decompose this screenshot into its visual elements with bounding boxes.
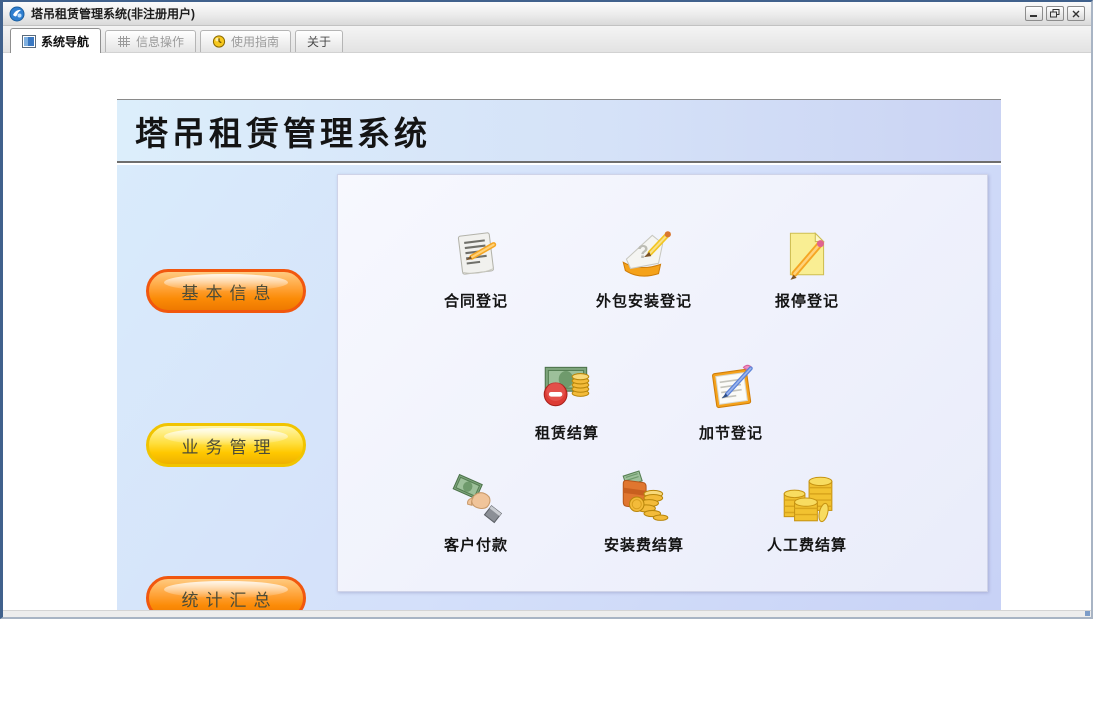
banknote-coins-minus-icon [543,366,590,407]
grid-item-label: 客户付款 [443,537,508,554]
blue-panel-icon [22,34,36,48]
grid-item-label: 加节登记 [698,425,763,442]
tab-label: 关于 [307,35,332,49]
add-section-registration-item[interactable]: 加节登记 [656,357,806,449]
tab-system-navigation[interactable]: 系统导航 [10,28,102,53]
business-management-button[interactable]: 业务管理 [146,423,306,467]
status-strip [3,610,1091,617]
stop-report-item[interactable]: 报停登记 [732,225,882,317]
customer-payment-item[interactable]: 客户付款 [401,469,551,561]
tab-user-guide[interactable]: 使用指南 [200,30,292,52]
restore-button[interactable] [1046,6,1064,21]
minimize-icon [1030,14,1037,17]
wallet-coins-icon [622,470,669,521]
notepad-pencil-icon [457,232,497,275]
tab-information-operations[interactable]: 信息操作 [105,30,197,52]
close-button[interactable] [1067,6,1085,21]
outsourcing-installation-item[interactable]: ? 外包安装登记 [569,225,719,317]
main-panel: 塔吊租赁管理系统 基本信息 业务管理 统计汇总 合同登记 ? 外包安装登记 报停… [117,99,1001,610]
grid-icon [118,36,131,47]
tab-label: 使用指南 [231,35,280,49]
close-icon [1072,10,1080,17]
tab-label: 系统导航 [41,34,90,49]
basic-info-button[interactable]: 基本信息 [146,269,306,313]
basic-info-label: 基本信息 [181,283,278,303]
grid-item-label: 报停登记 [774,293,839,310]
yellow-ball-icon [212,35,226,48]
grid-item-label: 安装费结算 [603,537,684,554]
grid-item-label: 外包安装登记 [595,293,692,310]
yellow-note-pencil-icon [789,232,825,280]
tab-label: 信息操作 [136,35,185,49]
restore-icon [1050,9,1060,18]
statistics-summary-button[interactable]: 统计汇总 [146,576,306,610]
banner: 塔吊租赁管理系统 [117,100,1001,163]
labor-fee-settlement-item[interactable]: 人工费结算 [732,469,882,561]
coin-stacks-icon [783,476,833,523]
window-title: 塔吊租赁管理系统(非注册用户) [31,7,195,21]
banner-title: 塔吊租赁管理系统 [135,114,431,152]
installation-fee-settlement-item[interactable]: 安装费结算 [569,469,719,561]
app-logo-icon [9,6,25,21]
shortcut-panel: 合同登记 ? 外包安装登记 报停登记 租赁结算 加节登记 客户付款 安装费结算 … [337,174,988,592]
grid-item-label: 合同登记 [443,293,508,310]
tab-bar: 系统导航 信息操作 使用指南 关于 [3,26,1091,53]
contract-registration-item[interactable]: 合同登记 [401,225,551,317]
grid-item-label: 人工费结算 [766,537,847,554]
rental-settlement-item[interactable]: 租赁结算 [492,357,642,449]
hand-banknote-icon [452,473,503,524]
svg-text:?: ? [637,241,648,262]
business-management-label: 业务管理 [181,437,278,457]
content-area: 塔吊租赁管理系统 基本信息 业务管理 统计汇总 合同登记 ? 外包安装登记 报停… [3,53,1091,610]
panel-body: 基本信息 业务管理 统计汇总 合同登记 ? 外包安装登记 报停登记 租赁结算 加… [117,165,1001,610]
statistics-summary-label: 统计汇总 [181,590,278,610]
app-window: 塔吊租赁管理系统(非注册用户) 系统导航 信息操作 使用指南 关于 塔吊租赁管理… [0,0,1093,619]
window-controls [1025,6,1085,21]
resize-grip-icon[interactable] [1085,611,1090,616]
minimize-button[interactable] [1025,6,1043,21]
title-bar: 塔吊租赁管理系统(非注册用户) [3,2,1091,26]
tab-about[interactable]: 关于 [295,30,344,52]
paper-question-pencil-icon: ? [622,231,671,277]
clipboard-pen-icon [712,364,753,409]
grid-item-label: 租赁结算 [534,425,599,442]
